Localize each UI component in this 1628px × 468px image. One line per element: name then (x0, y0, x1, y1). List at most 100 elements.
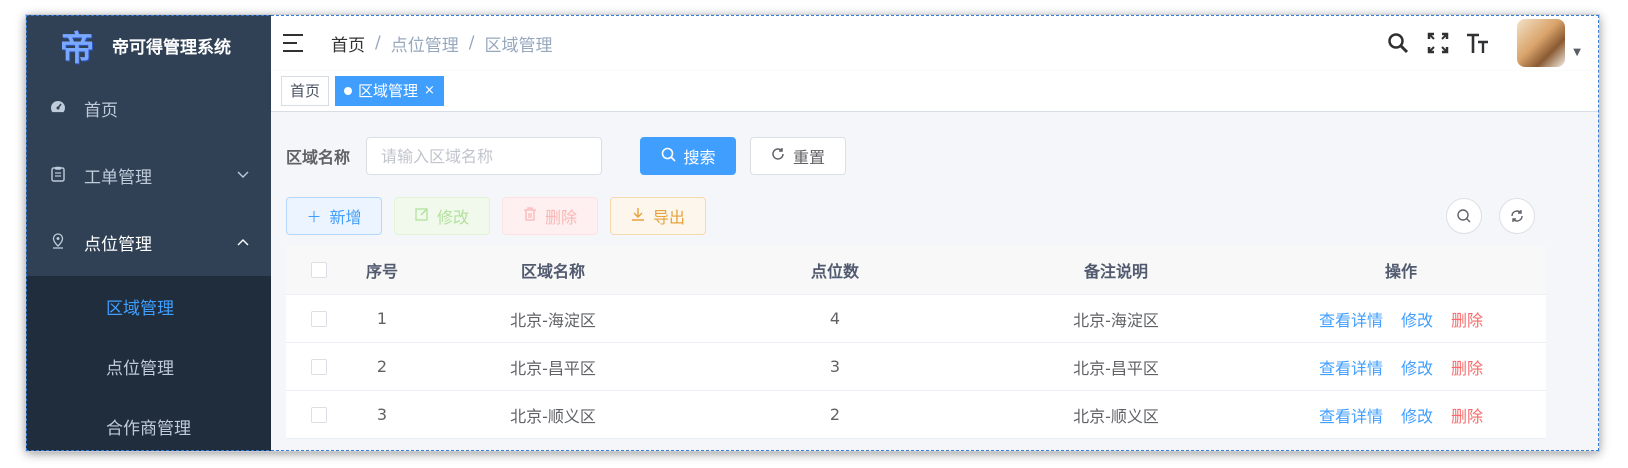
sidebar-item-label: 首页 (84, 101, 118, 121)
refresh-table-button[interactable] (1499, 198, 1535, 234)
cell-actions: 查看详情 修改 删除 (1256, 355, 1546, 379)
export-button-label: 导出 (652, 208, 685, 227)
logo-icon: 帝 (60, 28, 94, 69)
cell-index: 2 (376, 357, 388, 376)
table-row: 1 北京-海淀区 4 北京-海淀区 查看详情 修改 删除 (286, 295, 1546, 343)
sidebar-item-work-orders[interactable]: 工单管理 (26, 142, 271, 209)
breadcrumb-separator: / (375, 33, 381, 53)
delete-link[interactable]: 删除 (1451, 307, 1483, 331)
cell-region-name: 北京-海淀区 (510, 310, 596, 330)
view-detail-link[interactable]: 查看详情 (1319, 403, 1383, 427)
hamburger-icon[interactable] (283, 34, 305, 52)
tag-home[interactable]: 首页 (281, 76, 330, 106)
reset-button-label: 重置 (793, 148, 826, 167)
header-region-name: 区域名称 (520, 262, 585, 281)
reset-button[interactable]: 重置 (750, 137, 847, 175)
delete-button-label: 删除 (544, 208, 577, 227)
delete-link[interactable]: 删除 (1451, 403, 1483, 427)
edit-link[interactable]: 修改 (1401, 403, 1433, 427)
dashboard-icon (48, 99, 68, 119)
cell-region-name: 北京-昌平区 (510, 358, 596, 378)
sidebar-subitem-partners[interactable]: 合作商管理 (26, 396, 271, 451)
avatar[interactable] (1517, 19, 1566, 67)
header-point-count: 点位数 (810, 262, 859, 281)
chevron-up-icon (237, 235, 249, 250)
delete-button[interactable]: 删除 (502, 197, 598, 235)
cell-actions: 查看详情 修改 删除 (1256, 307, 1546, 331)
search-icon (1457, 209, 1471, 223)
cell-remarks: 北京-昌平区 (1073, 358, 1159, 378)
fullscreen-icon[interactable] (1425, 30, 1451, 56)
caret-down-icon[interactable]: ▼ (1573, 47, 1581, 58)
app-title: 帝可得管理系统 (112, 37, 231, 58)
view-detail-link[interactable]: 查看详情 (1319, 307, 1383, 331)
search-form: 区域名称 搜索 重置 (286, 137, 847, 175)
refresh-icon (1511, 210, 1523, 222)
table-row: 3 北京-顺义区 2 北京-顺义区 查看详情 修改 删除 (286, 391, 1546, 439)
edit-button[interactable]: 修改 (394, 197, 490, 235)
breadcrumb-current: 区域管理 (484, 35, 553, 56)
row-checkbox[interactable] (311, 310, 327, 327)
tag-region-management[interactable]: 区域管理 × (335, 76, 444, 106)
download-icon (631, 207, 645, 225)
breadcrumb: 首页 / 点位管理 / 区域管理 (331, 31, 552, 56)
cell-remarks: 北京-海淀区 (1073, 310, 1159, 330)
tag-label: 首页 (290, 82, 321, 100)
font-size-icon[interactable] (1465, 30, 1491, 56)
edit-icon (415, 207, 429, 225)
view-detail-link[interactable]: 查看详情 (1319, 355, 1383, 379)
region-name-label: 区域名称 (286, 148, 351, 167)
plus-icon: ＋ (306, 207, 322, 226)
toggle-search-button[interactable] (1446, 198, 1482, 234)
breadcrumb-home[interactable]: 首页 (331, 31, 365, 56)
submenu-locations: 区域管理 点位管理 合作商管理 (26, 276, 271, 451)
select-all-checkbox[interactable] (311, 262, 327, 278)
search-icon[interactable] (1385, 30, 1411, 56)
sidebar-subitem-points[interactable]: 点位管理 (26, 336, 271, 396)
cell-actions: 查看详情 修改 删除 (1256, 403, 1546, 427)
header-index: 序号 (365, 262, 398, 281)
row-checkbox[interactable] (311, 406, 327, 423)
app-window: 帝 帝可得管理系统 首页 工单管理 点位管理 区域管理 点位管理 合作商管理 首… (26, 15, 1599, 451)
close-icon[interactable]: × (424, 76, 435, 106)
search-button-label: 搜索 (683, 148, 716, 167)
active-dot-icon (344, 87, 353, 95)
tags-view: 首页 区域管理 × (271, 71, 1599, 112)
edit-link[interactable]: 修改 (1401, 355, 1433, 379)
header-actions: 操作 (1384, 262, 1417, 281)
search-button[interactable]: 搜索 (640, 137, 737, 175)
sidebar-item-home[interactable]: 首页 (26, 75, 271, 142)
chevron-down-icon (237, 168, 249, 183)
sidebar-item-label: 点位管理 (84, 235, 152, 255)
sidebar-subitem-region[interactable]: 区域管理 (26, 276, 271, 336)
clipboard-icon (48, 166, 68, 186)
cell-point-count: 2 (829, 405, 841, 424)
edit-link[interactable]: 修改 (1401, 307, 1433, 331)
add-button-label: 新增 (329, 208, 362, 227)
refresh-icon (771, 147, 785, 165)
main-content: 区域名称 搜索 重置 ＋ 新增 (271, 112, 1599, 451)
toolbar: ＋ 新增 修改 删除 导出 (286, 197, 718, 235)
export-button[interactable]: 导出 (610, 197, 706, 235)
row-checkbox[interactable] (311, 358, 327, 375)
logo-area[interactable]: 帝 帝可得管理系统 (26, 15, 271, 75)
trash-icon (523, 207, 537, 225)
region-name-input[interactable] (366, 137, 603, 175)
sidebar-item-locations[interactable]: 点位管理 (26, 209, 271, 276)
sidebar-item-label: 工单管理 (84, 168, 152, 188)
cell-index: 1 (376, 309, 388, 328)
cell-index: 3 (376, 405, 388, 424)
delete-link[interactable]: 删除 (1451, 355, 1483, 379)
sidebar: 帝 帝可得管理系统 首页 工单管理 点位管理 区域管理 点位管理 合作商管理 (26, 15, 271, 451)
cell-region-name: 北京-顺义区 (510, 406, 596, 426)
tag-label: 区域管理 (358, 82, 419, 100)
breadcrumb-locations[interactable]: 点位管理 (391, 31, 459, 56)
edit-button-label: 修改 (436, 208, 469, 227)
right-menu: ▼ (1385, 15, 1599, 71)
region-table: 序号 区域名称 点位数 备注说明 操作 1 北京-海淀区 4 北京-海淀区 查看… (286, 246, 1546, 439)
search-icon (661, 147, 676, 166)
location-pin-icon (48, 232, 68, 253)
table-header: 序号 区域名称 点位数 备注说明 操作 (286, 246, 1546, 295)
header-remarks: 备注说明 (1083, 262, 1148, 281)
add-button[interactable]: ＋ 新增 (286, 197, 382, 235)
